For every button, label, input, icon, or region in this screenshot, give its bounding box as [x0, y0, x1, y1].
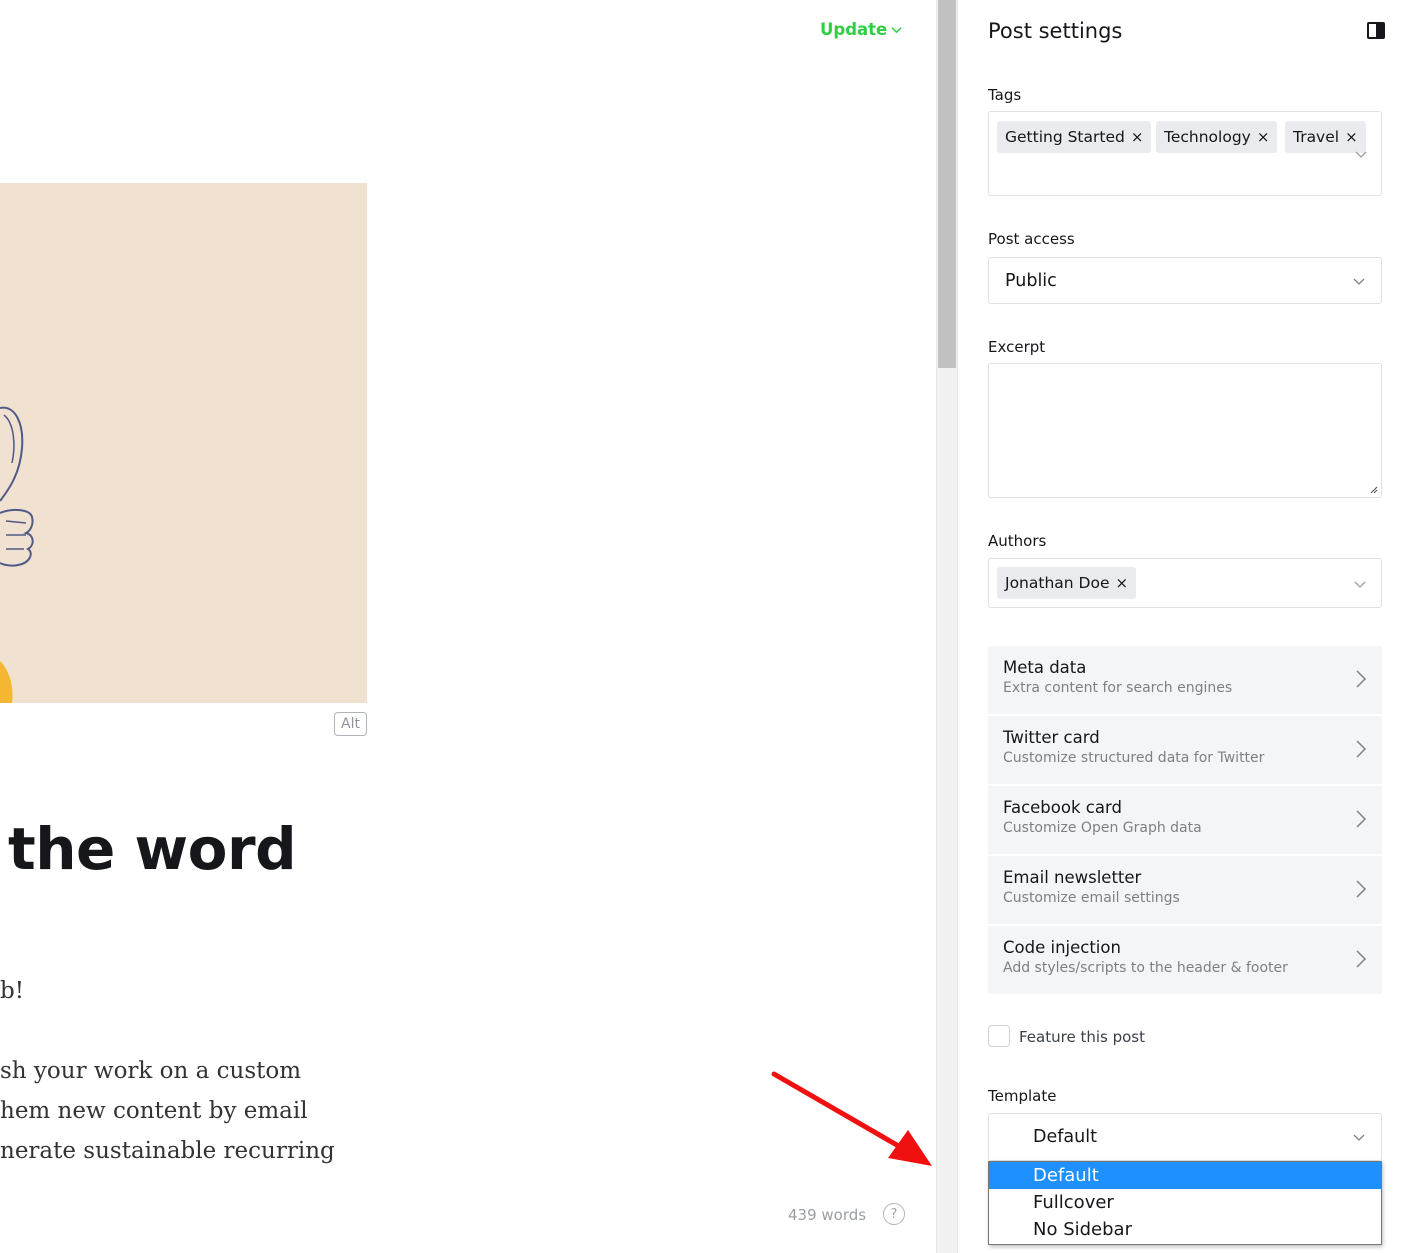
chevron-down-icon [1353, 278, 1365, 285]
authors-input[interactable]: Jonathan Doe × [988, 558, 1382, 608]
menu-item-subtitle: Customize email settings [1003, 890, 1180, 906]
menu-item-meta-data[interactable]: Meta data Extra content for search engin… [988, 646, 1382, 714]
menu-item-title: Twitter card [1003, 728, 1100, 747]
menu-item-title: Email newsletter [1003, 868, 1142, 887]
body-paragraph-line[interactable]: nerate sustainable recurring [0, 1138, 335, 1164]
menu-item-subtitle: Add styles/scripts to the header & foote… [1003, 960, 1288, 976]
close-icon[interactable]: × [1131, 128, 1144, 146]
close-icon[interactable]: × [1345, 128, 1358, 146]
sidebar-toggle-icon[interactable] [1367, 22, 1385, 39]
menu-item-email-newsletter[interactable]: Email newsletter Customize email setting… [988, 856, 1382, 924]
editor-scrollbar[interactable] [936, 0, 958, 1253]
menu-item-subtitle: Customize Open Graph data [1003, 820, 1202, 836]
feature-post-checkbox[interactable] [988, 1025, 1010, 1047]
post-title[interactable]: the word [8, 815, 297, 883]
chevron-down-icon [1354, 581, 1366, 588]
menu-item-facebook-card[interactable]: Facebook card Customize Open Graph data [988, 786, 1382, 854]
tags-input[interactable]: Getting Started × Technology × Travel × [988, 111, 1382, 196]
update-label: Update [820, 20, 888, 39]
scrollbar-thumb[interactable] [938, 0, 956, 368]
close-icon[interactable]: × [1115, 574, 1128, 592]
body-paragraph-line[interactable]: b! [0, 978, 24, 1004]
tag-token[interactable]: Getting Started × [997, 121, 1152, 153]
template-value: Default [1033, 1127, 1097, 1147]
menu-item-title: Meta data [1003, 658, 1087, 677]
chevron-right-icon [1356, 740, 1367, 758]
author-token[interactable]: Jonathan Doe × [997, 567, 1137, 599]
post-access-value: Public [1005, 270, 1057, 291]
help-icon[interactable]: ? [883, 1203, 905, 1225]
authors-label: Authors [988, 532, 1047, 550]
chevron-right-icon [1356, 880, 1367, 898]
tag-token[interactable]: Travel × [1285, 121, 1366, 153]
annotation-arrow-icon [771, 1071, 932, 1166]
settings-menu: Meta data Extra content for search engin… [988, 646, 1382, 996]
menu-item-code-injection[interactable]: Code injection Add styles/scripts to the… [988, 926, 1382, 994]
author-label: Jonathan Doe [1005, 574, 1110, 592]
menu-item-twitter-card[interactable]: Twitter card Customize structured data f… [988, 716, 1382, 784]
excerpt-textarea[interactable] [988, 363, 1382, 498]
tag-label: Technology [1164, 128, 1251, 146]
menu-item-title: Facebook card [1003, 798, 1122, 817]
template-label: Template [988, 1087, 1057, 1105]
tag-label: Travel [1293, 128, 1340, 146]
template-option-fullcover[interactable]: Fullcover [989, 1189, 1381, 1216]
update-button[interactable]: Update [820, 20, 902, 39]
chevron-right-icon [1356, 670, 1367, 688]
tag-token[interactable]: Technology × [1156, 121, 1278, 153]
word-count: 439 words [788, 1206, 867, 1224]
alt-text-button[interactable]: Alt [334, 712, 367, 736]
chevron-right-icon [1356, 950, 1367, 968]
feature-image[interactable] [0, 183, 367, 703]
post-editor: Update Alt the word b! sh your work on a… [0, 0, 936, 1253]
tags-label: Tags [988, 86, 1022, 104]
template-option-no-sidebar[interactable]: No Sidebar [989, 1216, 1381, 1243]
chevron-down-icon [1353, 1134, 1365, 1141]
close-icon[interactable]: × [1257, 128, 1270, 146]
chevron-down-icon [1355, 151, 1367, 158]
excerpt-label: Excerpt [988, 338, 1046, 356]
template-dropdown-list: Default Fullcover No Sidebar [988, 1161, 1382, 1245]
sidebar-title: Post settings [988, 19, 1123, 43]
resize-handle-icon[interactable] [1369, 485, 1378, 494]
illustration-hand-icon [0, 406, 34, 703]
chevron-right-icon [1356, 810, 1367, 828]
chevron-down-icon [891, 27, 902, 34]
menu-item-subtitle: Extra content for search engines [1003, 680, 1233, 696]
post-access-select[interactable]: Public [988, 257, 1382, 304]
body-paragraph-line[interactable]: hem new content by email [0, 1098, 308, 1124]
template-select[interactable]: Default [988, 1113, 1382, 1161]
tag-label: Getting Started [1005, 128, 1125, 146]
template-option-default[interactable]: Default [989, 1162, 1381, 1189]
menu-item-title: Code injection [1003, 938, 1121, 957]
body-paragraph-line[interactable]: sh your work on a custom [0, 1058, 301, 1084]
post-settings-sidebar: Post settings Tags Getting Started × Tec… [958, 0, 1407, 1253]
post-access-label: Post access [988, 230, 1075, 248]
menu-item-subtitle: Customize structured data for Twitter [1003, 750, 1265, 766]
feature-post-label: Feature this post [1019, 1028, 1145, 1046]
